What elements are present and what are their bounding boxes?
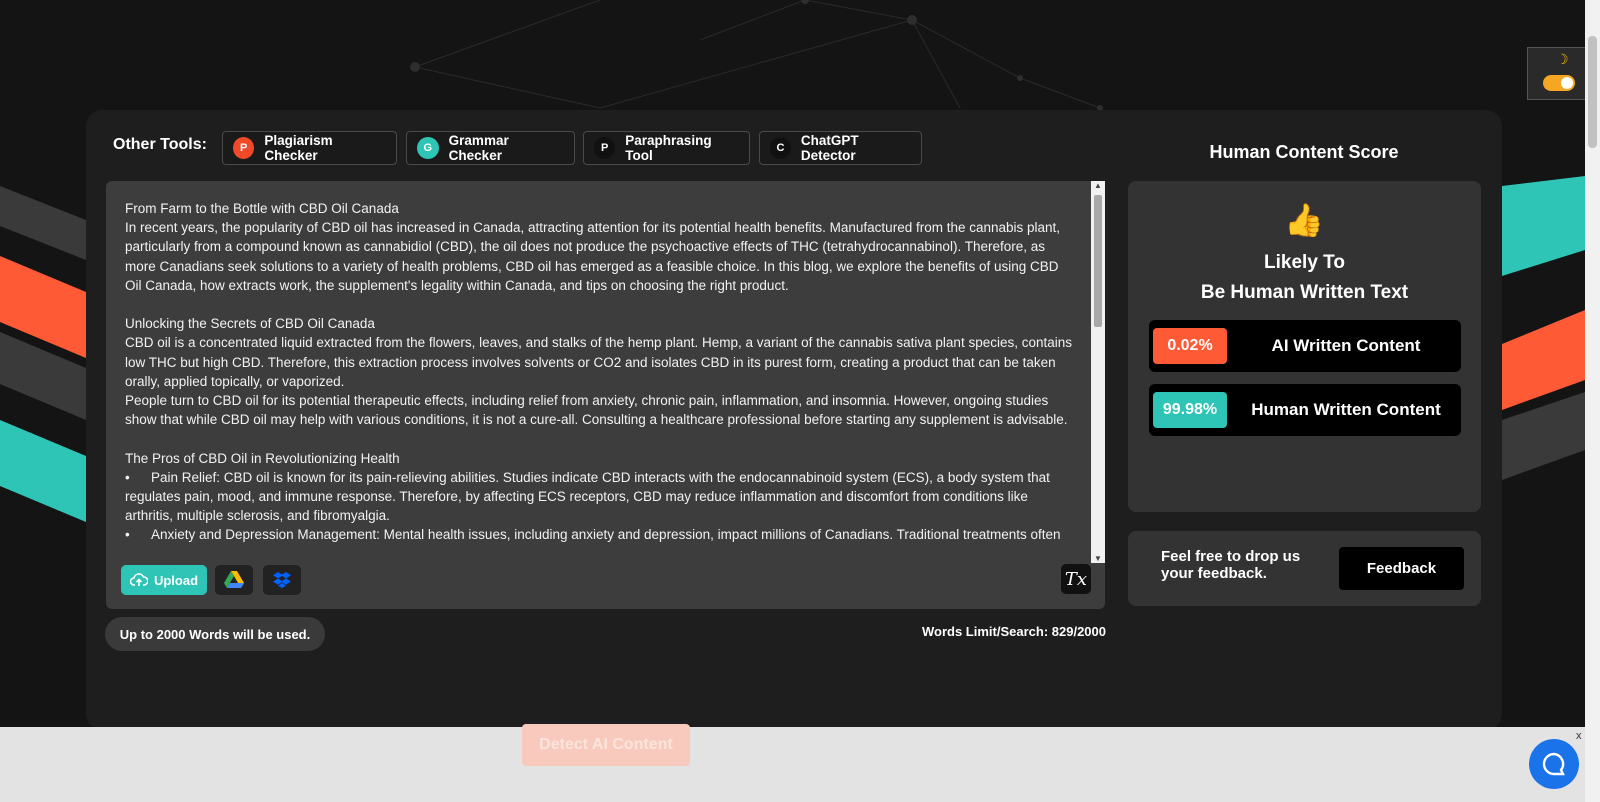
editor-scrollbar[interactable]: ▲ ▼	[1091, 181, 1105, 563]
bullet-text: Anxiety and Depression Management: Menta…	[151, 527, 1061, 543]
scroll-up-icon[interactable]: ▲	[1094, 181, 1102, 190]
editor-line: Unlocking the Secrets of CBD Oil Canada	[125, 316, 375, 332]
editor-line: From Farm to the Bottle with CBD Oil Can…	[125, 201, 399, 216]
clear-format-icon: Tx	[1064, 568, 1088, 590]
editor-line: The Pros of CBD Oil in Revolutionizing H…	[125, 450, 400, 466]
ai-content-label: AI Written Content	[1271, 336, 1421, 355]
grammar-icon: G	[417, 137, 439, 159]
google-drive-icon	[224, 571, 244, 588]
thumbs-up-icon: 👍	[1284, 202, 1324, 238]
editor-line: In recent years, the popularity of CBD o…	[125, 220, 1061, 293]
chat-bubble-icon	[1542, 752, 1565, 776]
feedback-text: Feel free to drop us your feedback.	[1161, 548, 1301, 582]
google-drive-button[interactable]	[215, 565, 253, 595]
other-tools-label: Other Tools:	[113, 136, 207, 153]
dropbox-button[interactable]	[263, 565, 301, 595]
bottom-ad-bar	[0, 727, 1585, 802]
cloud-upload-icon	[129, 573, 148, 586]
page-scrollbar[interactable]	[1585, 0, 1600, 802]
verdict-text: Likely To Be Human Written Text	[1128, 248, 1481, 308]
chatgpt-detector-icon: C	[770, 137, 791, 159]
score-title: Human Content Score	[1209, 142, 1399, 162]
dropbox-icon	[273, 572, 291, 588]
ai-percentage: 0.02%	[1153, 328, 1227, 364]
upload-button[interactable]: Upload	[121, 565, 207, 595]
words-limit-note: Up to 2000 Words will be used.	[105, 617, 325, 651]
text-editor[interactable]: From Farm to the Bottle with CBD Oil Can…	[106, 181, 1105, 609]
tool-label: ChatGPT Detector	[800, 133, 859, 163]
toggle-knob[interactable]	[1561, 77, 1573, 89]
chat-button[interactable]	[1529, 739, 1579, 789]
editor-content[interactable]: From Farm to the Bottle with CBD Oil Can…	[125, 199, 1075, 572]
paraphrasing-icon: P	[594, 137, 616, 159]
plagiarism-checker-button[interactable]: P Plagiarism Checker	[222, 131, 397, 165]
verdict-line: Likely To	[1264, 252, 1345, 273]
verdict-line: Be Human Written Text	[1200, 282, 1409, 303]
tool-label: Grammar Checker	[448, 133, 509, 163]
theme-toggle[interactable]: ☽	[1527, 47, 1590, 100]
upload-label: Upload	[153, 572, 199, 588]
editor-scroll-thumb[interactable]	[1094, 195, 1102, 327]
plagiarism-icon: P	[233, 137, 255, 159]
tool-label: Paraphrasing Tool	[625, 133, 712, 163]
bullet-symbol: •	[125, 469, 130, 485]
human-percentage: 99.98%	[1153, 392, 1227, 428]
moon-icon: ☽	[1556, 51, 1569, 67]
page-scroll-thumb[interactable]	[1588, 36, 1597, 148]
detect-ai-content-button[interactable]: Detect AI Content	[522, 724, 690, 766]
editor-line: People turn to CBD oil for its potential…	[125, 393, 1068, 428]
tool-label: Plagiarism Checker	[264, 133, 333, 163]
chatgpt-detector-button[interactable]: C ChatGPT Detector	[759, 131, 922, 165]
human-content-label: Human Written Content	[1251, 400, 1441, 419]
feedback-button[interactable]: Feedback	[1339, 547, 1464, 590]
clear-format-button[interactable]: Tx	[1061, 564, 1091, 594]
editor-bullet-line: • Anxiety and Depression Management: Ment…	[125, 525, 1075, 544]
paraphrasing-tool-button[interactable]: P Paraphrasing Tool	[583, 131, 750, 165]
scroll-down-icon[interactable]: ▼	[1094, 554, 1102, 563]
grammar-checker-button[interactable]: G Grammar Checker	[406, 131, 575, 165]
editor-line: CBD oil is a concentrated liquid extract…	[125, 335, 1072, 389]
editor-bullet-line: • Pain Relief: CBD oil is known for its p…	[125, 468, 1075, 526]
close-banner-icon[interactable]: x	[1576, 730, 1582, 742]
words-count: Words Limit/Search: 829/2000	[921, 624, 1106, 639]
human-content-stat: 99.98% Human Written Content	[1149, 384, 1461, 436]
ai-content-stat: 0.02% AI Written Content	[1149, 320, 1461, 372]
bullet-symbol: •	[125, 527, 130, 543]
bullet-text: Pain Relief: CBD oil is known for its pa…	[125, 469, 1050, 524]
